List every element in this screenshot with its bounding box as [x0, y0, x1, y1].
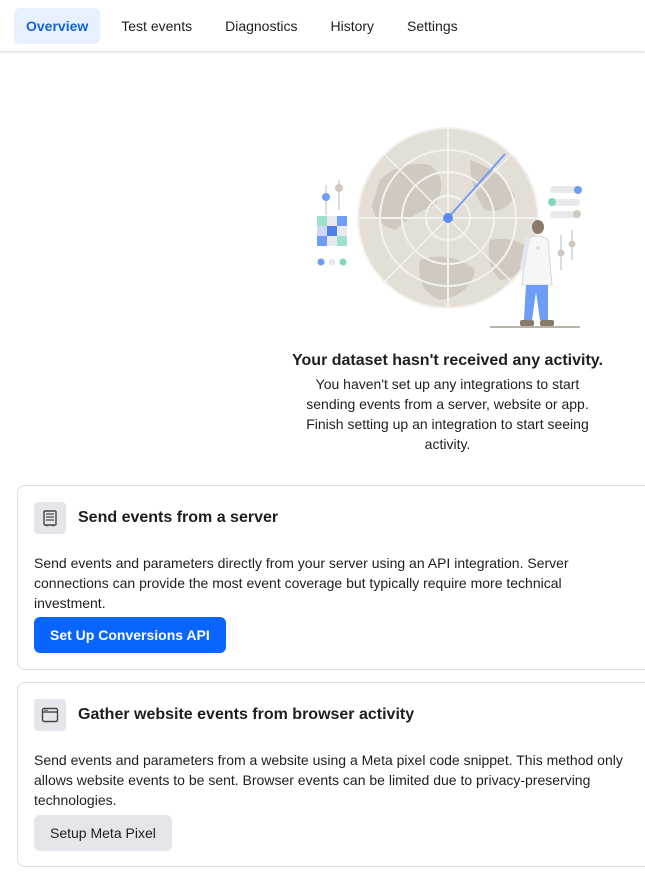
browser-integration-card: Gather website events from browser activ… — [17, 682, 645, 867]
card-header: Gather website events from browser activ… — [34, 699, 640, 731]
tab-overview[interactable]: Overview — [14, 7, 101, 44]
tab-test-events[interactable]: Test events — [109, 8, 204, 44]
empty-state-description: You haven't set up any integrations to s… — [306, 376, 589, 452]
card-description: Send events and parameters from a websit… — [34, 752, 623, 808]
set-up-conversions-api-button[interactable]: Set Up Conversions API — [34, 617, 226, 653]
server-icon — [34, 502, 66, 534]
tab-history[interactable]: History — [318, 8, 386, 44]
tab-settings[interactable]: Settings — [395, 8, 470, 44]
radar-scientist-illustration — [300, 120, 600, 335]
setup-meta-pixel-button[interactable]: Setup Meta Pixel — [34, 815, 172, 851]
card-description: Send events and parameters directly from… — [34, 555, 569, 611]
tab-bar: Overview Test events Diagnostics History… — [0, 0, 645, 51]
card-title: Gather website events from browser activ… — [78, 706, 415, 723]
server-integration-card: Send events from a server Send events an… — [17, 485, 645, 670]
tab-diagnostics[interactable]: Diagnostics — [213, 8, 309, 44]
card-title: Send events from a server — [78, 509, 279, 526]
card-header: Send events from a server — [34, 502, 640, 534]
browser-window-icon — [34, 699, 66, 731]
empty-state-title: Your dataset hasn't received any activit… — [292, 352, 603, 369]
